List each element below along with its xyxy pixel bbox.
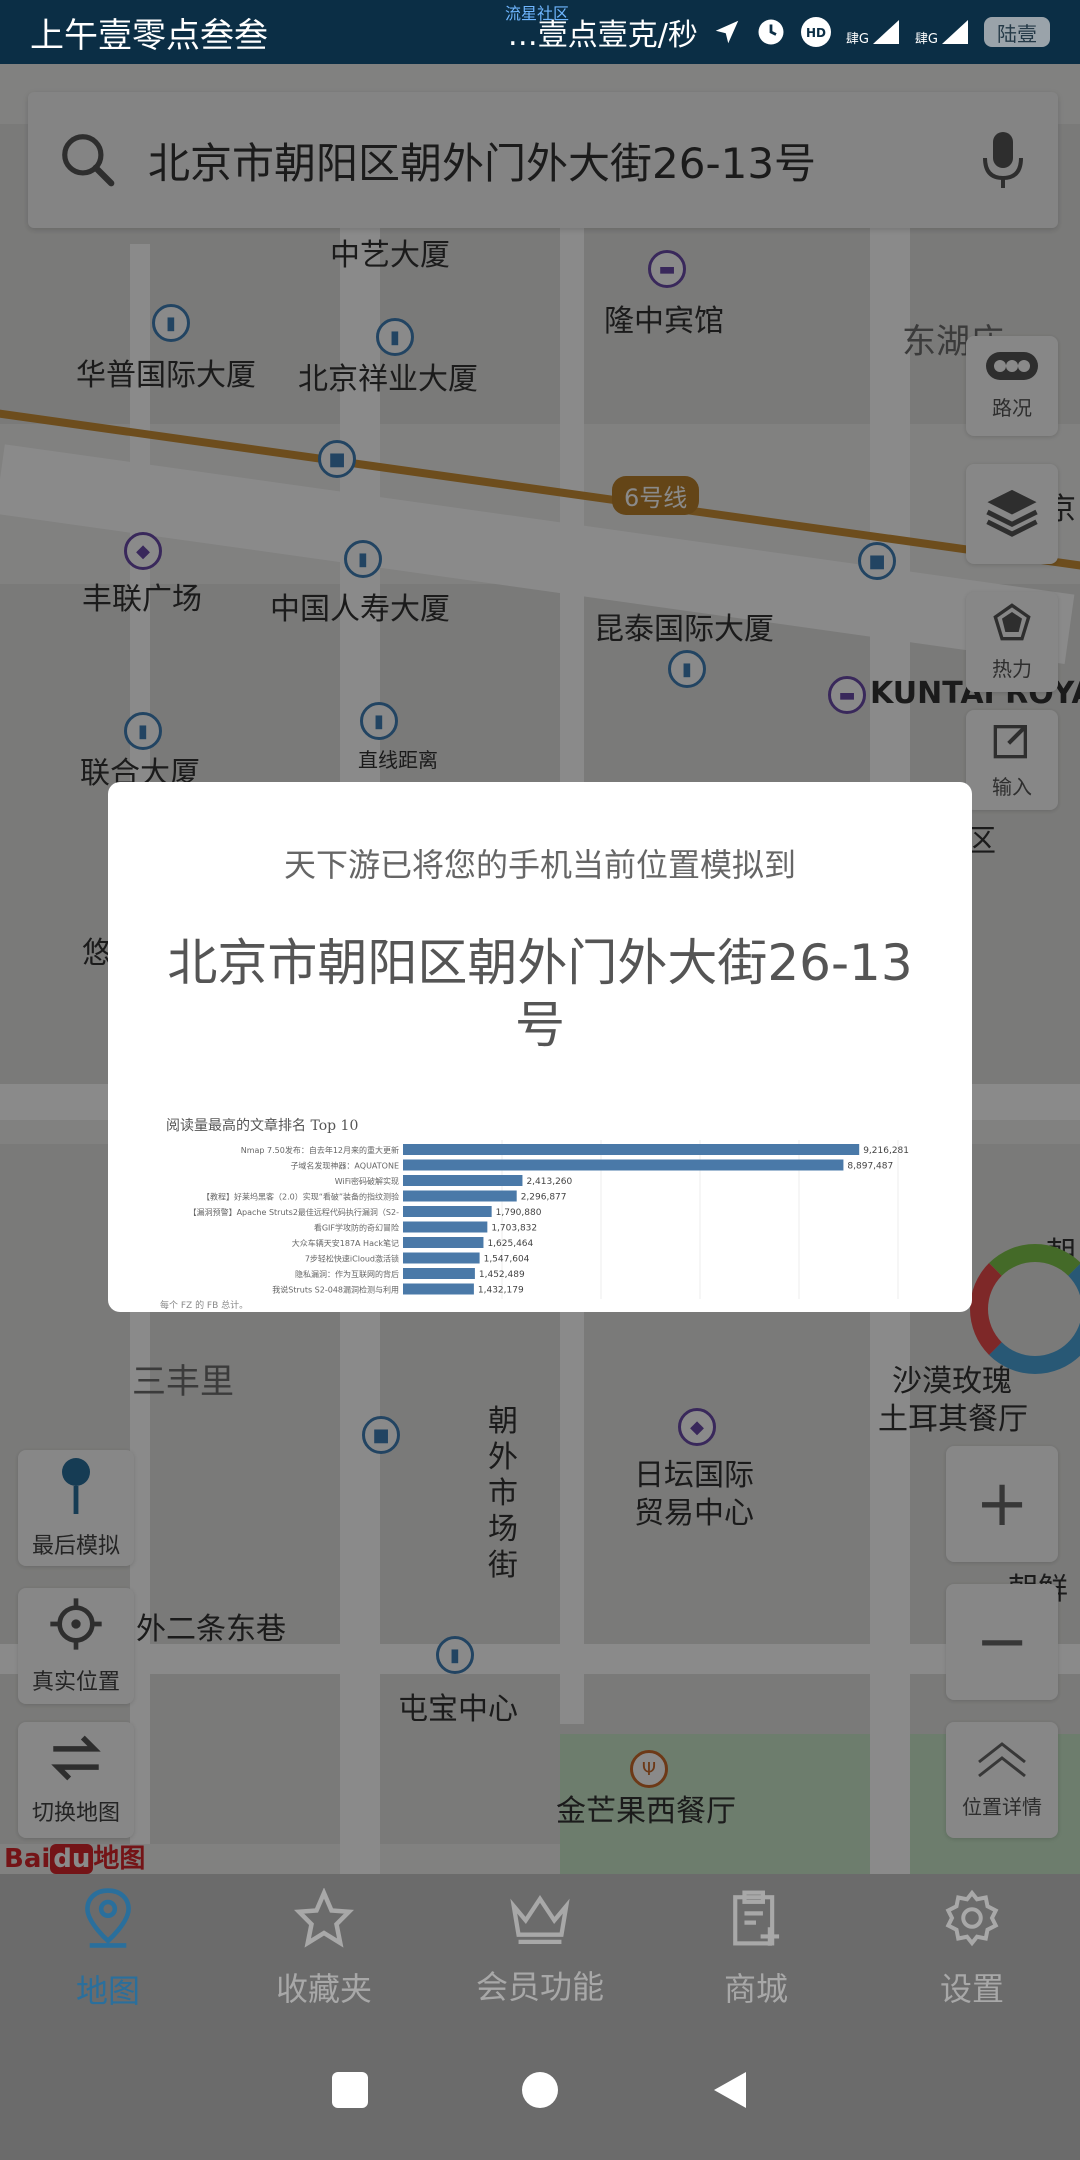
nav-favorites[interactable]: 收藏夹 xyxy=(216,1874,432,2024)
chart-category-label: 大众车辆天安187A Hack笔记 xyxy=(292,1238,399,1248)
chart-value-label: 1,452,489 xyxy=(479,1270,525,1280)
nav-store-label: 商城 xyxy=(723,1970,788,2008)
chart-title: 阅读量最高的文章排名 Top 10 xyxy=(166,1117,358,1134)
bottom-navigation: 地图 收藏夹 会员功能 商城 设置 xyxy=(0,1874,1080,2024)
chart-value-label: 2,413,260 xyxy=(526,1177,572,1187)
chart-category-label: 我说Struts S2-048漏洞检测与利用 xyxy=(272,1285,399,1295)
chart-category-label: WiFi密码破解实现 xyxy=(335,1176,399,1186)
chart-bar xyxy=(403,1283,474,1295)
chart-category-label: Nmap 7.50发布：自去年12月来的重大更新 xyxy=(241,1145,399,1155)
recents-square-icon[interactable] xyxy=(330,2070,370,2114)
sim1-label: 肆G xyxy=(845,32,869,47)
nav-membership-label: 会员功能 xyxy=(475,1968,604,2006)
battery-indicator: 陆壹 xyxy=(984,17,1050,47)
dialog-address: 北京市朝阳区朝外门外大街26-13号 xyxy=(167,934,913,1054)
chart-value-label: 1,703,832 xyxy=(491,1224,537,1234)
chart-category-label: 【漏洞预警】Apache Struts2最佳远程代码执行漏洞（S2- xyxy=(189,1207,400,1217)
chart-bar xyxy=(403,1144,860,1155)
chart-value-label: 1,625,464 xyxy=(487,1239,533,1249)
status-bar: 上午壹零点叁叁 流星社区 …壹点壹克/秒 HD 肆G 肆G 陆壹 xyxy=(0,0,1080,64)
sim2-signal: 肆G xyxy=(915,18,970,46)
clock-icon xyxy=(756,17,786,47)
chart-bar xyxy=(403,1159,844,1171)
star-icon xyxy=(293,1887,355,1956)
status-time: 上午壹零点叁叁 xyxy=(30,15,268,56)
nav-membership[interactable]: 会员功能 xyxy=(432,1874,648,2024)
chart-value-label: 2,296,877 xyxy=(521,1193,567,1203)
chart-category-label: 隐私漏洞：作为互联网的背后 xyxy=(295,1269,399,1279)
chart-category-label: 【教程】好莱坞黑客（2.0）实现“看破”装备的指纹测验 xyxy=(202,1192,399,1202)
chart-value-label: 1,547,604 xyxy=(484,1255,530,1265)
chart-category-label: 看GIF学攻防的奇幻冒险 xyxy=(314,1223,399,1233)
chart-bar xyxy=(403,1268,475,1279)
status-right: …壹点壹克/秒 HD 肆G 肆G 陆壹 xyxy=(508,10,1050,54)
location-arrow-icon xyxy=(712,17,742,47)
chart-value-label: 9,216,281 xyxy=(863,1146,909,1156)
chart-value-label: 1,432,179 xyxy=(478,1286,524,1296)
nav-favorites-label: 收藏夹 xyxy=(275,1970,372,2008)
chart-bar xyxy=(403,1175,523,1186)
nav-map[interactable]: 地图 xyxy=(0,1874,216,2024)
chart-bar xyxy=(403,1252,480,1264)
back-triangle-icon[interactable] xyxy=(710,2070,750,2114)
hd-label: HD xyxy=(806,26,826,40)
hd-icon: HD xyxy=(800,16,832,48)
gear-icon xyxy=(942,1888,1002,1956)
sim1-signal: 肆G xyxy=(846,18,901,46)
top10-bar-chart: 阅读量最高的文章排名 Top 10 Nmap 7.50发布：自去年12月来的重大… xyxy=(160,1117,909,1311)
chart-value-label: 1,790,880 xyxy=(496,1208,542,1218)
chart-category-label: 7步轻松快速iCloud激活锁 xyxy=(305,1254,399,1264)
location-simulated-dialog[interactable]: 天下游已将您的手机当前位置模拟到 北京市朝阳区朝外门外大街26-13号 阅读量最… xyxy=(108,782,972,1312)
chart-footer: 每个 FZ 的 FB 总计。 xyxy=(160,1299,248,1311)
chart-bar xyxy=(403,1237,484,1248)
sim2-label: 肆G xyxy=(914,32,938,47)
chart-value-label: 8,897,487 xyxy=(847,1162,893,1172)
chart-bar xyxy=(403,1190,517,1202)
nav-settings[interactable]: 设置 xyxy=(864,1874,1080,2024)
dialog-subtitle: 天下游已将您的手机当前位置模拟到 xyxy=(283,846,796,884)
nav-map-label: 地图 xyxy=(75,1972,140,2010)
status-community-label: 流星社区 xyxy=(505,4,570,23)
chart-category-label: 子域名发现神器：AQUATONE xyxy=(290,1161,399,1171)
clipboard-plus-icon xyxy=(728,1888,784,1956)
system-navigation-bar xyxy=(0,2024,1080,2160)
chart-bar xyxy=(403,1221,488,1233)
chart-bar xyxy=(403,1206,492,1217)
map-pin-icon xyxy=(80,1886,136,1958)
crown-icon xyxy=(509,1890,571,1954)
nav-settings-label: 设置 xyxy=(939,1970,1004,2008)
nav-store[interactable]: 商城 xyxy=(648,1874,864,2024)
home-circle-icon[interactable] xyxy=(520,2070,560,2114)
